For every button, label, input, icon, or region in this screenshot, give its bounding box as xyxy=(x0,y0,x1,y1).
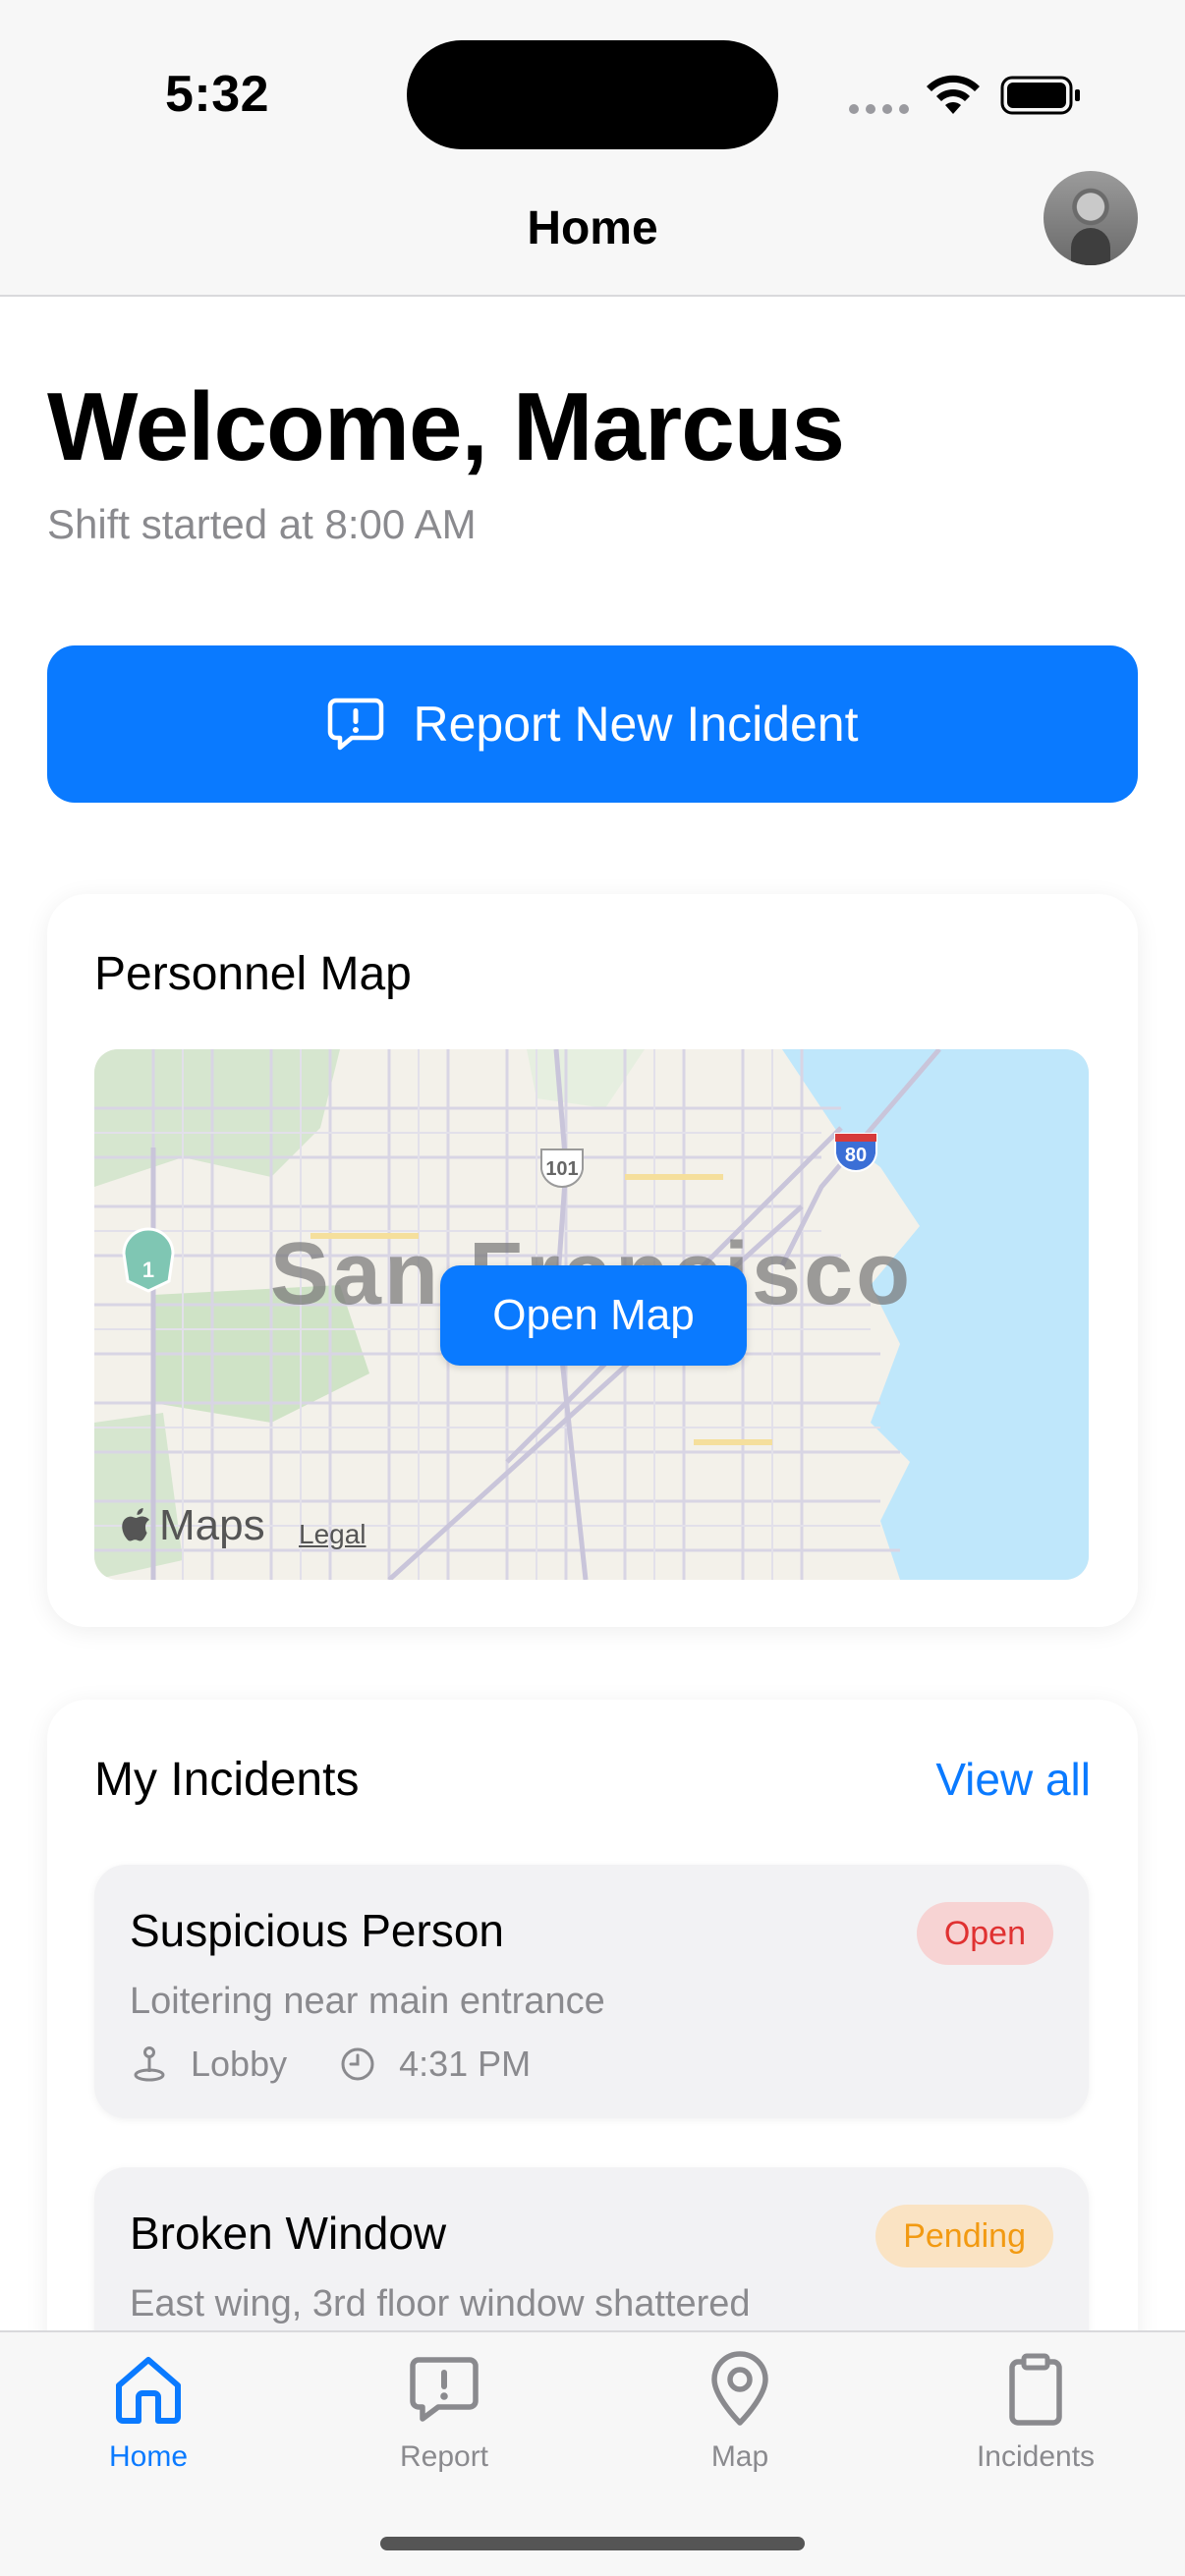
map-pin-icon xyxy=(711,2351,768,2426)
report-button-label: Report New Incident xyxy=(413,697,859,752)
svg-text:101: 101 xyxy=(545,1158,578,1180)
tab-report[interactable]: Report xyxy=(346,2350,542,2474)
report-new-incident-button[interactable]: Report New Incident xyxy=(47,645,1138,803)
incident-time: 4:31 PM xyxy=(399,2044,532,2084)
maps-attribution: Maps xyxy=(122,1501,265,1550)
tab-incidents[interactable]: Incidents xyxy=(937,2350,1134,2474)
incident-location: Lobby xyxy=(191,2044,288,2084)
exclamation-bubble-icon xyxy=(328,698,384,751)
exclamation-bubble-icon xyxy=(410,2357,479,2422)
location-pin-icon xyxy=(134,2046,165,2082)
page-title: Home xyxy=(527,202,658,254)
view-all-link[interactable]: View all xyxy=(935,1753,1091,1806)
personnel-map-card: Personnel Map 101 80 1 San Open Map Maps… xyxy=(47,894,1138,1627)
tab-label: Incidents xyxy=(976,2440,1096,2473)
clock-icon xyxy=(341,2047,374,2081)
dynamic-island xyxy=(407,40,778,149)
svg-text:80: 80 xyxy=(845,1145,867,1166)
map-card-title: Personnel Map xyxy=(94,948,412,1000)
maps-brand-label: Maps xyxy=(159,1501,265,1549)
tab-label: Map xyxy=(710,2440,769,2473)
status-badge: Pending xyxy=(875,2205,1053,2268)
clipboard-icon xyxy=(1009,2353,1062,2426)
incident-meta: Lobby 4:31 PM xyxy=(130,2044,531,2085)
tab-label: Report xyxy=(399,2440,489,2473)
incident-item[interactable]: Suspicious Person Open Loitering near ma… xyxy=(94,1865,1089,2118)
tab-label: Home xyxy=(108,2440,189,2473)
map-view[interactable]: 101 80 1 San Francisco Open Map Maps Leg… xyxy=(94,1049,1089,1580)
house-icon xyxy=(116,2357,181,2424)
incident-title: Broken Window xyxy=(130,2208,447,2259)
shift-start-text: Shift started at 8:00 AM xyxy=(47,501,477,547)
apple-logo-icon xyxy=(122,1508,149,1541)
tab-home[interactable]: Home xyxy=(50,2350,247,2474)
welcome-title: Welcome, Marcus xyxy=(47,372,845,480)
battery-icon xyxy=(1000,76,1080,115)
home-indicator xyxy=(380,2537,805,2550)
legal-link[interactable]: Legal xyxy=(299,1519,367,1550)
status-time: 5:32 xyxy=(165,66,270,123)
status-badge: Open xyxy=(916,1902,1053,1965)
incident-title: Suspicious Person xyxy=(130,1905,504,1956)
incidents-card-title: My Incidents xyxy=(94,1754,360,1806)
incident-description: East wing, 3rd floor window shattered xyxy=(130,2283,751,2324)
open-map-button[interactable]: Open Map xyxy=(440,1265,747,1366)
avatar[interactable] xyxy=(1044,171,1138,265)
top-bar: 5:32 Home xyxy=(0,0,1185,297)
incident-description: Loitering near main entrance xyxy=(130,1981,605,2022)
cellular-signal-icon xyxy=(849,104,909,114)
wifi-icon xyxy=(927,75,980,114)
tab-map[interactable]: Map xyxy=(642,2350,838,2474)
